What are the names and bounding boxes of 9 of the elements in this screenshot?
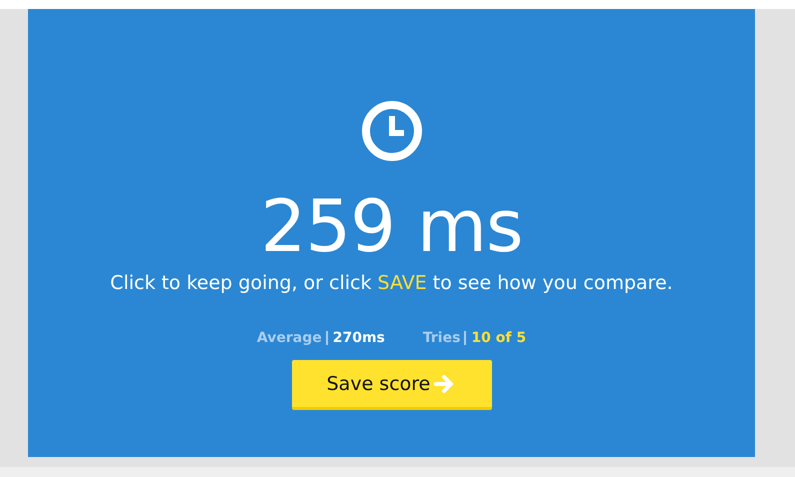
reaction-time: 259 ms bbox=[260, 190, 522, 262]
stat-value: 270ms bbox=[332, 330, 385, 346]
stat-label: Average bbox=[256, 331, 328, 345]
clock-icon bbox=[360, 100, 422, 162]
save-score-button[interactable]: Save score bbox=[292, 360, 492, 410]
stat-label: Tries bbox=[422, 331, 466, 345]
instruction-text: Click to keep going, or click SAVE to see how you compare. bbox=[110, 272, 673, 294]
stat-value: 10 of 5 bbox=[470, 330, 526, 346]
result-panel[interactable]: 259 ms Click to keep going, or click SAVE to see how you compare. Average 270ms Tries 10 of 5 Save score bbox=[28, 9, 755, 457]
